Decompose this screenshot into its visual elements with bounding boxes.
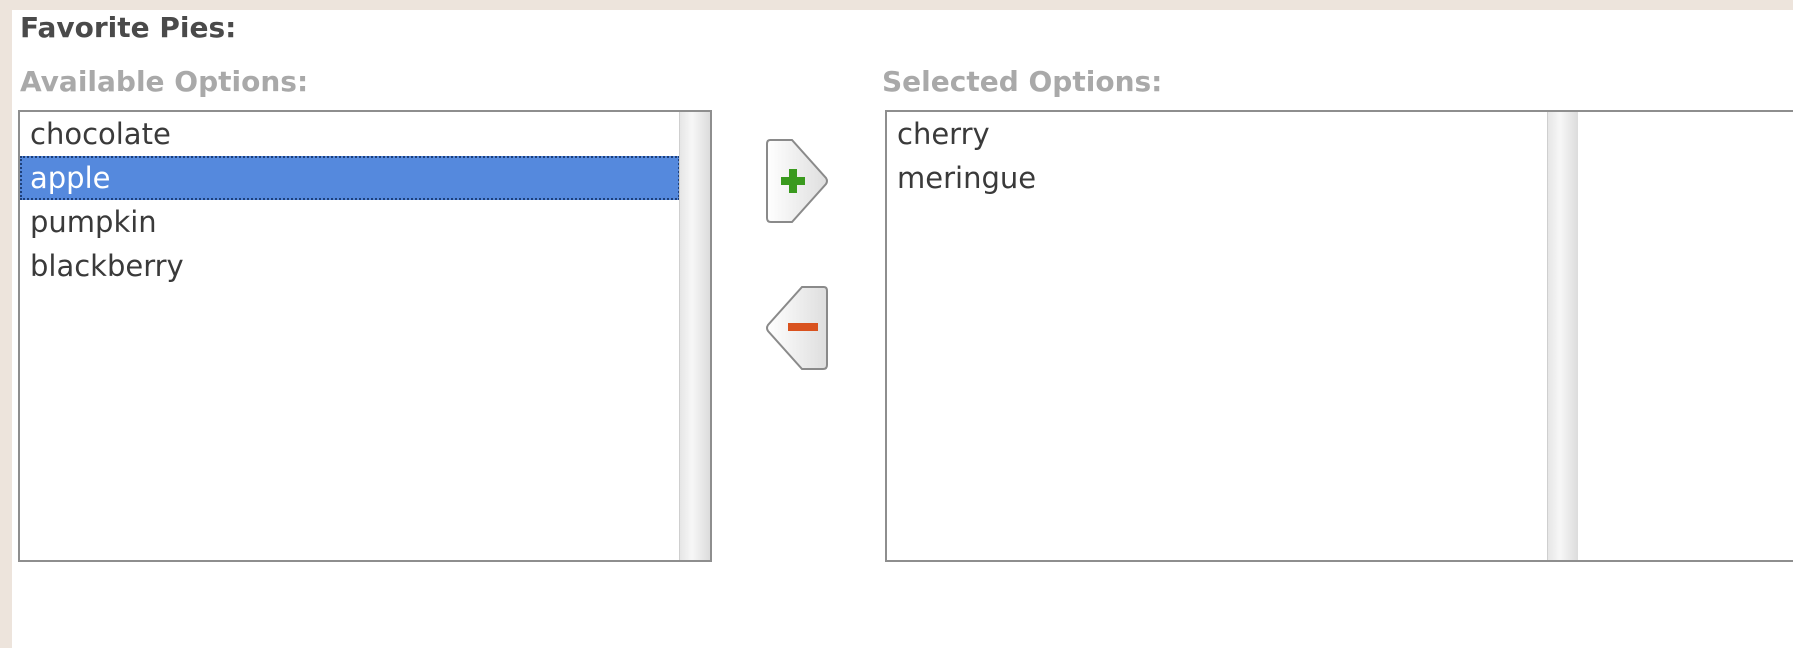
available-option[interactable]: apple (20, 156, 680, 200)
plus-icon (781, 169, 805, 193)
add-button[interactable] (764, 136, 830, 226)
available-option[interactable]: blackberry (20, 244, 680, 288)
available-scrollbar[interactable] (679, 112, 710, 560)
selected-option[interactable]: meringue (887, 156, 1547, 200)
selected-option[interactable]: cherry (887, 112, 1547, 156)
selected-scrollbar[interactable] (1547, 112, 1578, 560)
available-option[interactable]: chocolate (20, 112, 680, 156)
minus-icon (788, 323, 818, 331)
available-option[interactable]: pumpkin (20, 200, 680, 244)
available-options-list[interactable]: chocolate apple pumpkin blackberry (18, 110, 712, 562)
available-options-label: Available Options: (20, 65, 309, 98)
remove-button[interactable] (764, 283, 830, 373)
selected-options-list[interactable]: cherry meringue (885, 110, 1793, 562)
field-label: Favorite Pies: (20, 11, 237, 44)
selected-options-label: Selected Options: (882, 65, 1163, 98)
